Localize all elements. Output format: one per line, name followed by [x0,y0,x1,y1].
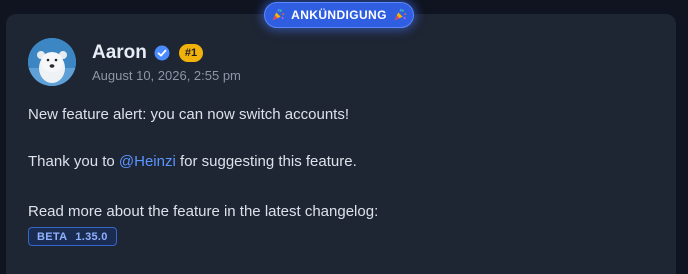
author-name[interactable]: Aaron [92,42,147,64]
user-mention-link[interactable]: @Heinzi [119,153,176,170]
post-timestamp: August 10, 2026, 2:55 pm [92,68,241,83]
party-popper-icon [272,8,285,21]
announcement-card: Aaron #1 August 10, 2026, 2:55 pm New fe… [6,14,676,274]
verified-check-icon [154,45,170,61]
party-popper-icon [394,8,406,21]
post-line-changelog: Read more about the feature in the lates… [28,203,379,220]
announcement-badge: ANKÜNDIGUNG [264,2,414,28]
version-badge[interactable]: BETA 1.35.0 [28,227,117,246]
page: ANKÜNDIGUNG Aaron #1 August 10, 2026, 2:… [0,0,688,274]
polar-bear-avatar-image [28,38,76,86]
version-tag: BETA [37,230,68,243]
avatar[interactable] [28,38,76,86]
post-line-thanks: Thank you to @Heinzi for suggesting this… [28,153,357,170]
version-number: 1.35.0 [75,230,108,243]
author-row: Aaron #1 [92,42,204,64]
announcement-label: ANKÜNDIGUNG [291,8,387,22]
thanks-prefix: Thank you to [28,153,119,170]
post-line-feature-alert: New feature alert: you can now switch ac… [28,106,349,123]
thanks-suffix: for suggesting this feature. [175,153,357,170]
rank-badge: #1 [178,44,204,62]
